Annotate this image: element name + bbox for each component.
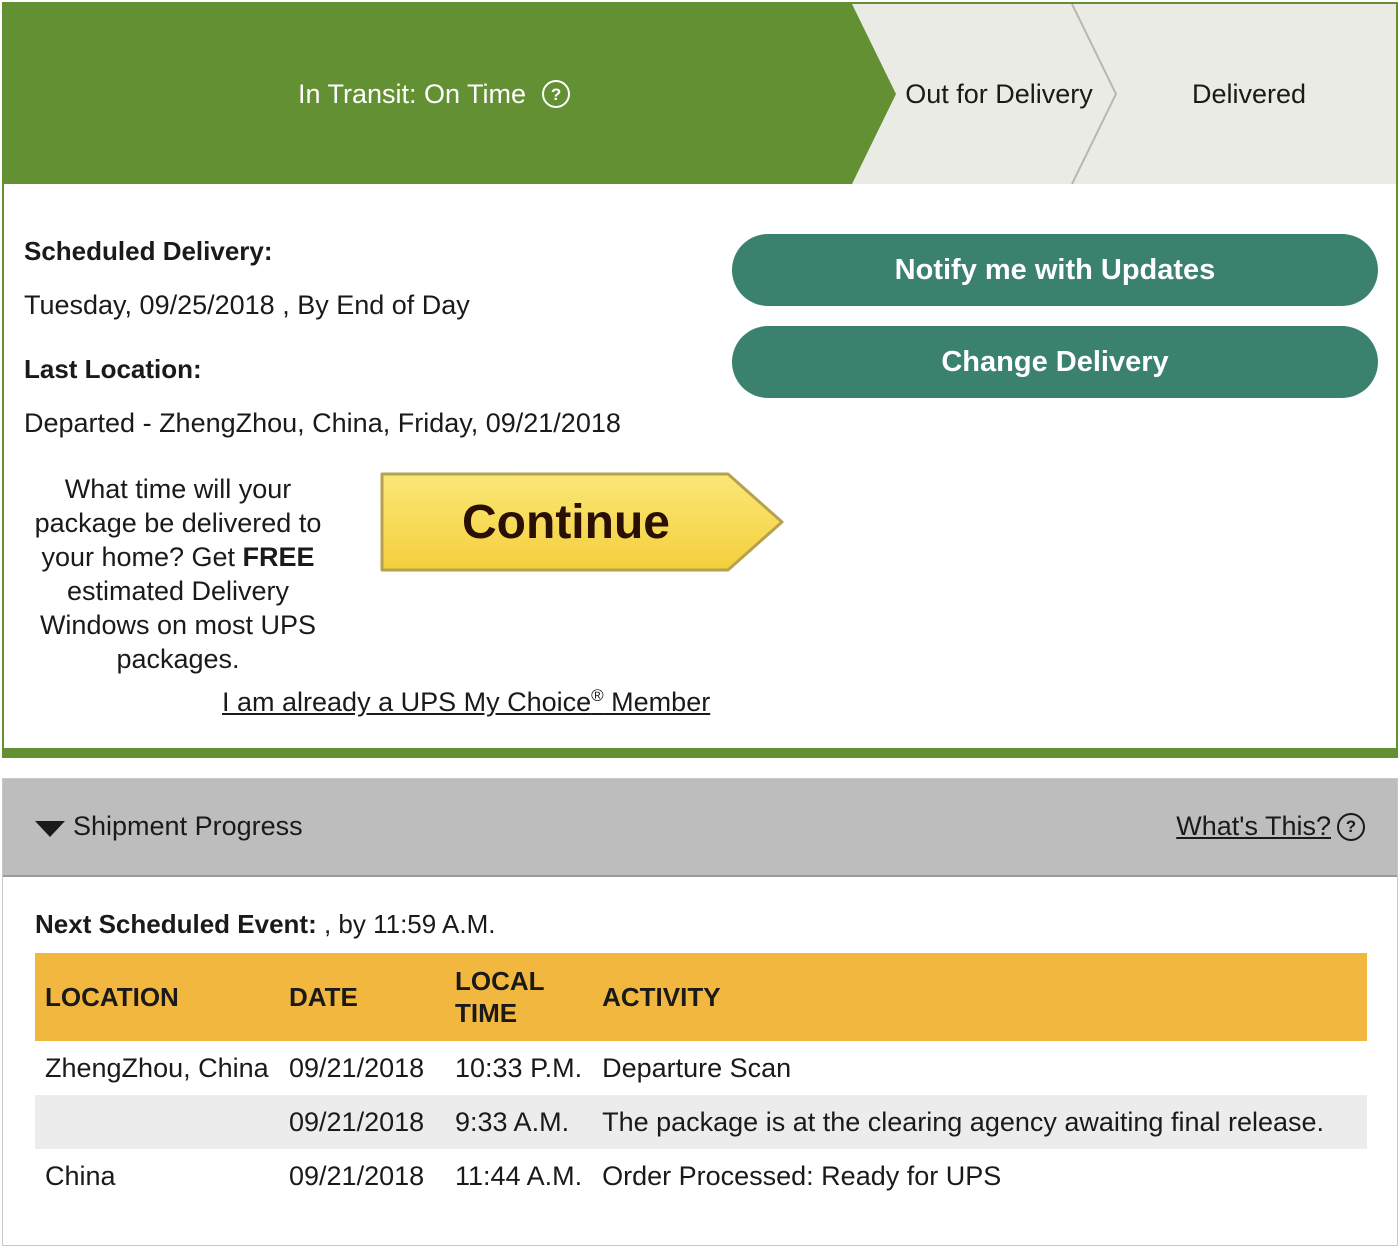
continue-label: Continue [462,495,670,549]
table-row: China 09/21/2018 11:44 A.M. Order Proces… [35,1149,1367,1203]
step-delivered: Delivered [1191,78,1307,109]
shipment-progress-header[interactable]: Shipment Progress What's This? ? [3,779,1397,877]
shipment-status-card: In Transit: On Time ? Out for Delivery D… [2,2,1398,758]
last-location-label: Last Location: [24,354,202,384]
table-header-row: LOCATION DATE LOCAL TIME ACTIVITY [35,953,1367,1041]
change-delivery-button[interactable]: Change Delivery [732,326,1378,398]
cell-time: 11:44 A.M. [455,1160,583,1191]
scheduled-delivery-label: Scheduled Delivery: [24,236,273,266]
my-choice-member-link[interactable]: I am already a UPS My Choice® Member [222,686,710,718]
cell-location: ZhengZhou, China [45,1052,269,1083]
last-location-value: Departed - ZhengZhou, China, Friday, 09/… [24,408,621,438]
caret-down-icon[interactable] [35,821,65,837]
step-in-transit-label: In Transit: On Time [297,78,527,109]
next-event-value: , by 11:59 A.M. [316,909,496,939]
cell-activity: Departure Scan [602,1052,792,1083]
promo-text-end: estimated Delivery Windows on most UPS p… [39,576,317,674]
cell-time: 9:33 A.M. [445,1095,593,1149]
cell-date: 09/21/2018 [279,1095,445,1149]
member-link-suffix: Member [603,687,711,717]
cell-location: China [45,1160,116,1191]
step-in-transit: In Transit: On Time ? [4,4,864,184]
shipment-events-table: LOCATION DATE LOCAL TIME ACTIVITY ZhengZh… [35,953,1367,1203]
help-icon[interactable]: ? [542,80,571,108]
step-out-for-delivery: Out for Delivery [905,79,1093,109]
column-header-location: LOCATION [35,953,279,1041]
local-time-line-2: TIME [455,998,518,1028]
table-row: ZhengZhou, China 09/21/2018 10:33 P.M. D… [35,1041,1367,1095]
help-icon[interactable]: ? [1337,812,1365,841]
my-choice-promo-text: What time will your package be delivered… [18,472,338,676]
cell-time: 10:33 P.M. [455,1052,583,1083]
notify-updates-button[interactable]: Notify me with Updates [732,234,1378,306]
whats-this-text[interactable]: What's This? [1176,811,1331,842]
continue-button[interactable]: Continue [378,470,788,574]
shipment-progress-title[interactable]: Shipment Progress [73,811,303,842]
next-scheduled-event: Next Scheduled Event: , by 11:59 A.M. [35,909,495,940]
scheduled-delivery-value: Tuesday, 09/25/2018 , By End of Day [24,290,470,320]
whats-this-link[interactable]: What's This? ? [1176,811,1365,842]
shipment-progress-section: Shipment Progress What's This? ? Next Sc… [2,778,1398,1246]
cell-activity: Order Processed: Ready for UPS [602,1160,1002,1191]
cell-location [35,1095,279,1149]
local-time-line-1: LOCAL [455,966,545,996]
registered-mark: ® [591,686,604,705]
cell-date: 09/21/2018 [289,1160,425,1191]
promo-free-text: FREE [242,542,315,572]
column-header-activity: ACTIVITY [592,953,1367,1041]
cell-date: 09/21/2018 [289,1052,425,1083]
member-link-text: I am already a UPS My Choice [222,687,592,717]
column-header-date: DATE [279,953,445,1041]
next-event-label: Next Scheduled Event: [35,909,317,939]
status-progress-bar: In Transit: On Time ? Out for Delivery D… [4,4,1396,184]
table-row: 09/21/2018 9:33 A.M. The package is at t… [35,1095,1367,1149]
column-header-local-time: LOCAL TIME [445,953,593,1041]
cell-activity: The package is at the clearing agency aw… [592,1095,1367,1149]
